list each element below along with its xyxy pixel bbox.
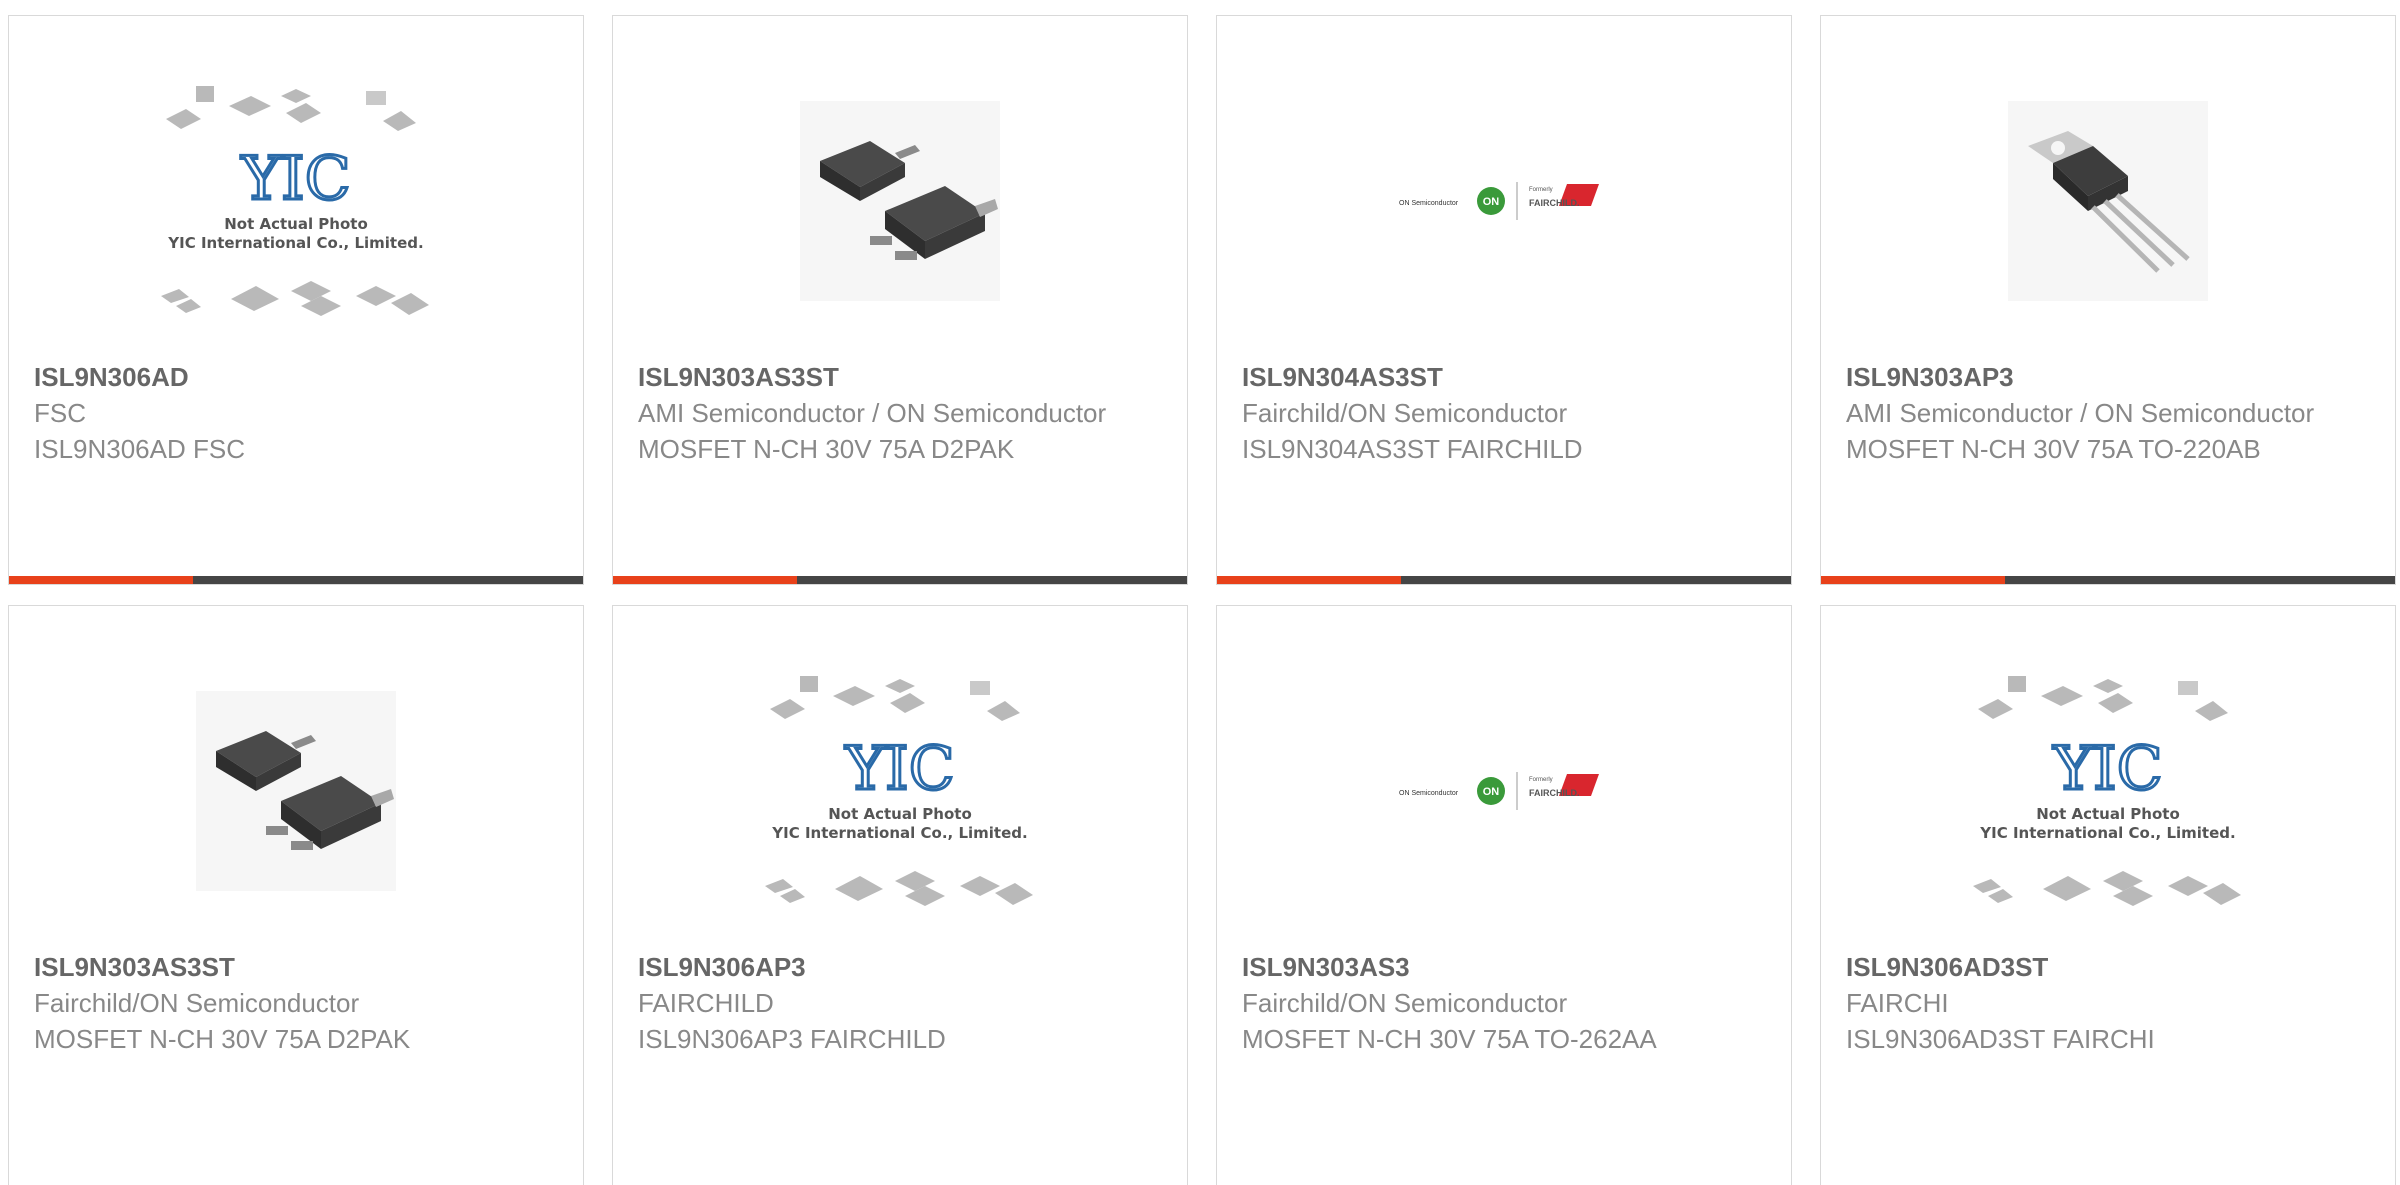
product-image[interactable] (1821, 91, 2395, 311)
product-card[interactable]: YIC Not Actual Photo YIC International C… (612, 605, 1188, 1185)
product-image[interactable] (613, 91, 1187, 311)
product-card[interactable]: ISL9N303AS3ST AMI Semiconductor / ON Sem… (612, 15, 1188, 585)
svg-text:Formerly: Formerly (1529, 187, 1553, 193)
svg-text:ON Semiconductor: ON Semiconductor (1399, 790, 1459, 797)
card-bottom-bar (1821, 576, 2395, 584)
part-number[interactable]: ISL9N306AD3ST (1846, 949, 2355, 985)
svg-text:ON Semiconductor: ON Semiconductor (1399, 200, 1459, 207)
product-image[interactable]: YIC Not Actual Photo YIC International C… (1821, 676, 2395, 906)
placeholder-photo-icon: YIC Not Actual Photo YIC International C… (161, 86, 429, 316)
manufacturer: AMI Semiconductor / ON Semiconductor (638, 398, 1107, 428)
product-card[interactable]: ISL9N303AS3ST Fairchild/ON Semiconductor… (8, 605, 584, 1185)
product-image[interactable]: YIC Not Actual Photo YIC International C… (613, 676, 1187, 906)
svg-text:Not Actual Photo: Not Actual Photo (828, 805, 972, 823)
svg-text:Not Actual Photo: Not Actual Photo (2036, 805, 2180, 823)
svg-text:YIC: YIC (844, 734, 954, 804)
card-bottom-bar (613, 576, 1187, 584)
manufacturer: Fairchild/ON Semiconductor (34, 988, 360, 1018)
description: ISL9N306AD FSC (34, 434, 245, 464)
manufacturer: Fairchild/ON Semiconductor (1242, 988, 1568, 1018)
svg-text:Not Actual Photo: Not Actual Photo (224, 215, 368, 233)
product-card[interactable]: YIC Not Actual Photo YIC International C… (8, 15, 584, 585)
onsemi-fairchild-logo-icon: ON Semiconductor ON Formerly FAIRCHILD. (1399, 772, 1599, 810)
product-image[interactable]: YIC Not Actual Photo YIC International C… (9, 86, 583, 316)
svg-text:YIC International Co., Limited: YIC International Co., Limited. (771, 824, 1027, 842)
svg-text:FAIRCHILD.: FAIRCHILD. (1529, 198, 1580, 208)
part-number[interactable]: ISL9N306AP3 (638, 949, 1147, 985)
description: MOSFET N-CH 30V 75A D2PAK (638, 434, 1015, 464)
description: ISL9N306AP3 FAIRCHILD (638, 1024, 946, 1054)
part-number[interactable]: ISL9N303AS3 (1242, 949, 1751, 985)
product-card[interactable]: ON Semiconductor ON Formerly FAIRCHILD. … (1216, 605, 1792, 1185)
product-image[interactable]: ON Semiconductor ON Formerly FAIRCHILD. (1217, 91, 1791, 311)
product-image[interactable] (9, 681, 583, 901)
part-number[interactable]: ISL9N303AS3ST (638, 359, 1147, 395)
svg-text:Formerly: Formerly (1529, 777, 1553, 783)
part-number[interactable]: ISL9N303AS3ST (34, 949, 543, 985)
product-grid: YIC Not Actual Photo YIC International C… (0, 0, 2400, 1185)
svg-text:ON: ON (1483, 196, 1500, 208)
svg-text:YIC International Co., Limited: YIC International Co., Limited. (167, 234, 423, 252)
description: MOSFET N-CH 30V 75A D2PAK (34, 1024, 411, 1054)
product-card[interactable]: ISL9N303AP3 AMI Semiconductor / ON Semic… (1820, 15, 2396, 585)
part-number[interactable]: ISL9N303AP3 (1846, 359, 2355, 395)
part-number[interactable]: ISL9N306AD (34, 359, 543, 395)
product-image[interactable]: ON Semiconductor ON Formerly FAIRCHILD. (1217, 681, 1791, 901)
svg-text:FAIRCHILD.: FAIRCHILD. (1529, 788, 1580, 798)
svg-text:ON: ON (1483, 786, 1500, 798)
manufacturer: Fairchild/ON Semiconductor (1242, 398, 1568, 428)
svg-text:YIC: YIC (2052, 734, 2162, 804)
description: MOSFET N-CH 30V 75A TO-220AB (1846, 434, 2261, 464)
card-bottom-bar (1217, 576, 1791, 584)
placeholder-photo-icon: YIC Not Actual Photo YIC International C… (1973, 676, 2241, 906)
description: MOSFET N-CH 30V 75A TO-262AA (1242, 1024, 1657, 1054)
description: ISL9N306AD3ST FAIRCHI (1846, 1024, 2155, 1054)
placeholder-photo-icon: YIC Not Actual Photo YIC International C… (765, 676, 1033, 906)
card-bottom-bar (9, 576, 583, 584)
svg-text:YIC: YIC (240, 144, 350, 214)
manufacturer: AMI Semiconductor / ON Semiconductor (1846, 398, 2315, 428)
manufacturer: FAIRCHILD (638, 988, 774, 1018)
manufacturer: FAIRCHI (1846, 988, 1949, 1018)
d2pak-package-icon (196, 691, 396, 891)
d2pak-package-icon (800, 101, 1000, 301)
description: ISL9N304AS3ST FAIRCHILD (1242, 434, 1583, 464)
svg-text:YIC International Co., Limited: YIC International Co., Limited. (1979, 824, 2235, 842)
onsemi-fairchild-logo-icon: ON Semiconductor ON Formerly FAIRCHILD. (1399, 182, 1599, 220)
to220-package-icon (2008, 101, 2208, 301)
manufacturer: FSC (34, 398, 86, 428)
product-card[interactable]: YIC Not Actual Photo YIC International C… (1820, 605, 2396, 1185)
product-card[interactable]: ON Semiconductor ON Formerly FAIRCHILD. … (1216, 15, 1792, 585)
part-number[interactable]: ISL9N304AS3ST (1242, 359, 1751, 395)
